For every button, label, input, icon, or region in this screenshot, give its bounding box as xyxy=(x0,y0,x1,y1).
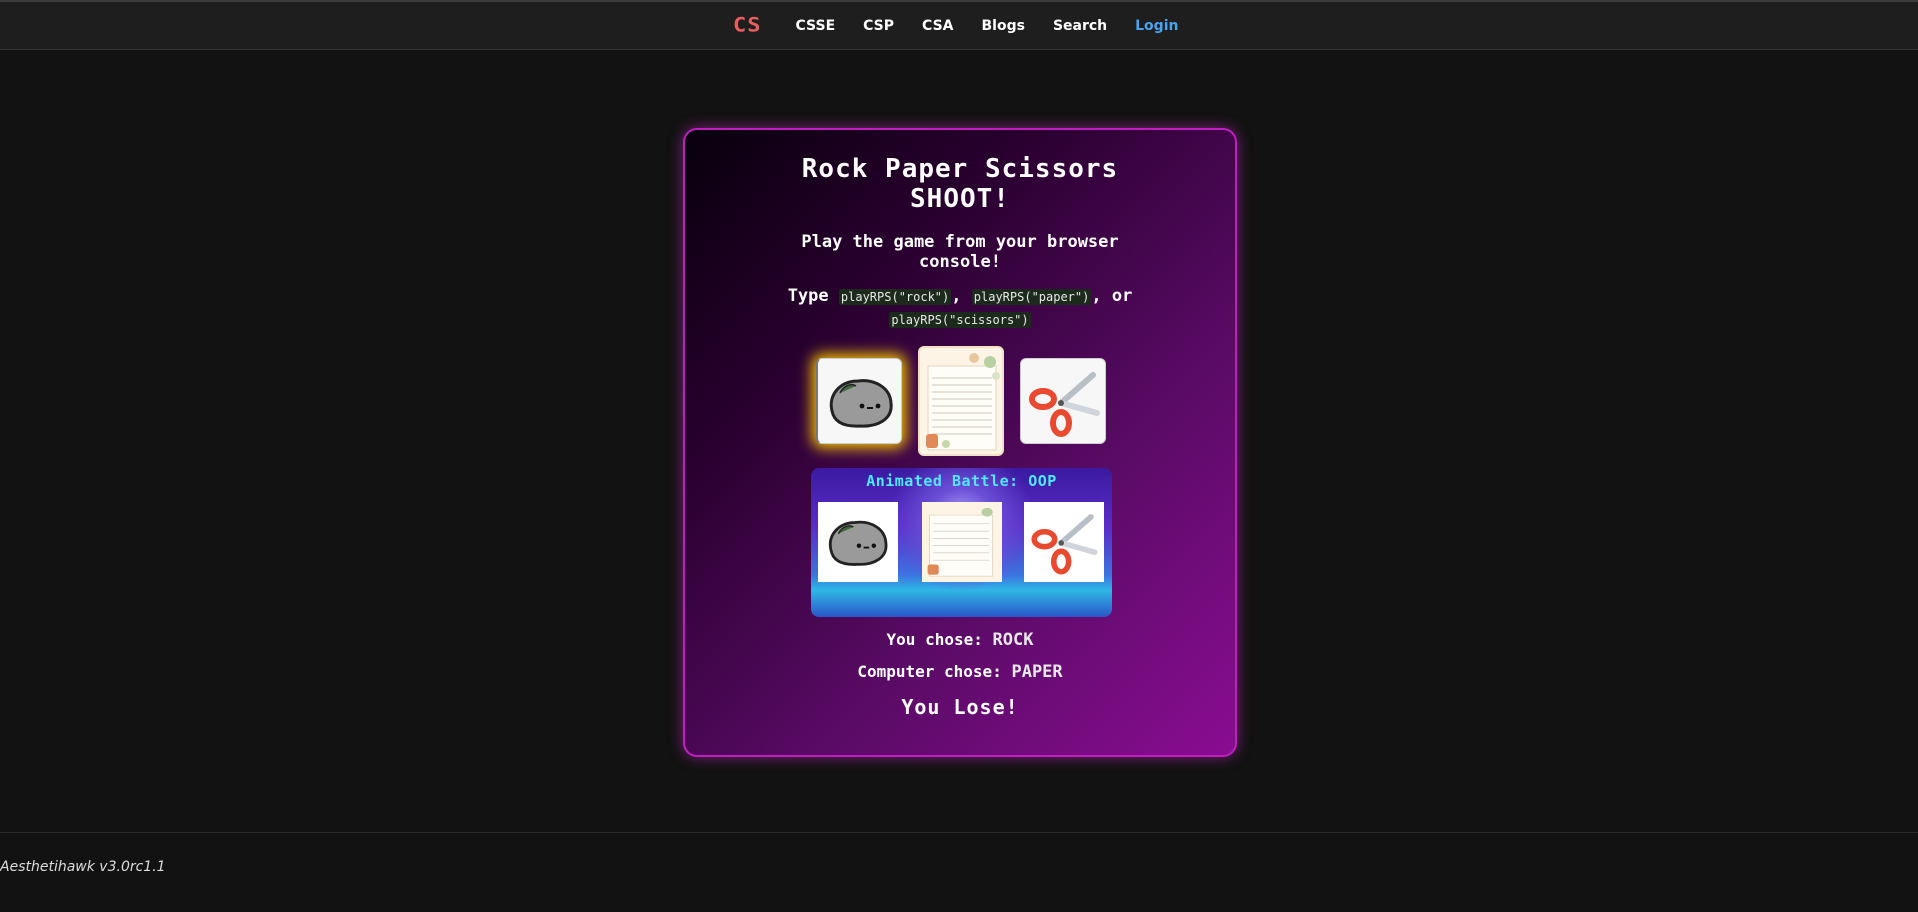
separator-2: , or xyxy=(1091,286,1133,306)
battle-title: Animated Battle: OOP xyxy=(866,472,1057,490)
footer-version: Aesthetihawk v3.0rc1.1 xyxy=(0,859,166,875)
site-logo[interactable]: CS xyxy=(733,16,762,36)
subtitle-line1: Play the game from your browser xyxy=(801,232,1119,252)
game-subtitle: Play the game from your browser console! xyxy=(735,232,1185,272)
computer-choice-line: Computer chose: PAPER xyxy=(685,662,1235,682)
scissors-choice-button[interactable] xyxy=(1020,358,1106,444)
paper-icon xyxy=(927,507,994,577)
nav-link-csa[interactable]: CSA xyxy=(922,18,953,34)
nav-link-login[interactable]: Login xyxy=(1135,18,1178,34)
battle-rock-image xyxy=(818,502,898,582)
animated-battle-panel: Animated Battle: OOP xyxy=(811,468,1112,617)
scissors-icon xyxy=(1029,372,1100,437)
game-outcome: You Lose! xyxy=(901,695,1019,719)
nav-link-search[interactable]: Search xyxy=(1053,18,1107,34)
user-choice-value: ROCK xyxy=(992,630,1034,650)
paper-icon xyxy=(926,353,1000,451)
type-word: Type xyxy=(787,286,829,306)
nav-link-csse[interactable]: CSSE xyxy=(796,18,836,34)
rock-choice-button[interactable] xyxy=(816,358,902,444)
game-title-line2: SHOOT! xyxy=(910,184,1010,214)
computer-choice-label: Computer chose: xyxy=(857,662,1002,681)
subtitle-line2: console! xyxy=(919,252,1001,272)
nav-link-csp[interactable]: CSP xyxy=(863,18,894,34)
computer-choice-value: PAPER xyxy=(1011,662,1063,682)
paper-choice-button[interactable] xyxy=(918,346,1004,456)
game-title-line1: Rock Paper Scissors xyxy=(801,154,1119,184)
nav-links: CS CSSE CSP CSA Blogs Search Login xyxy=(733,2,1206,50)
game-title: Rock Paper Scissors SHOOT! xyxy=(685,154,1235,214)
scissors-icon xyxy=(1031,514,1098,575)
rock-icon xyxy=(829,379,893,428)
top-navbar: CS CSSE CSP CSA Blogs Search Login xyxy=(0,0,1918,50)
battle-scissors-image xyxy=(1024,502,1104,582)
user-choice-label: You chose: xyxy=(886,630,983,649)
separator-1: , xyxy=(951,286,962,306)
cmd-paper: playRPS("paper") xyxy=(971,289,1092,305)
cmd-rock: playRPS("rock") xyxy=(838,289,952,305)
cmd-scissors: playRPS("scissors") xyxy=(889,312,1031,328)
battle-paper-image xyxy=(922,502,1002,582)
footer-divider xyxy=(0,832,1918,833)
console-instructions: Type playRPS("rock"), playRPS("paper"), … xyxy=(745,285,1175,331)
rock-icon xyxy=(828,520,888,566)
rps-game-card: Rock Paper Scissors SHOOT! Play the game… xyxy=(683,128,1237,757)
user-choice-line: You chose: ROCK xyxy=(685,630,1235,650)
nav-link-blogs[interactable]: Blogs xyxy=(981,18,1024,34)
